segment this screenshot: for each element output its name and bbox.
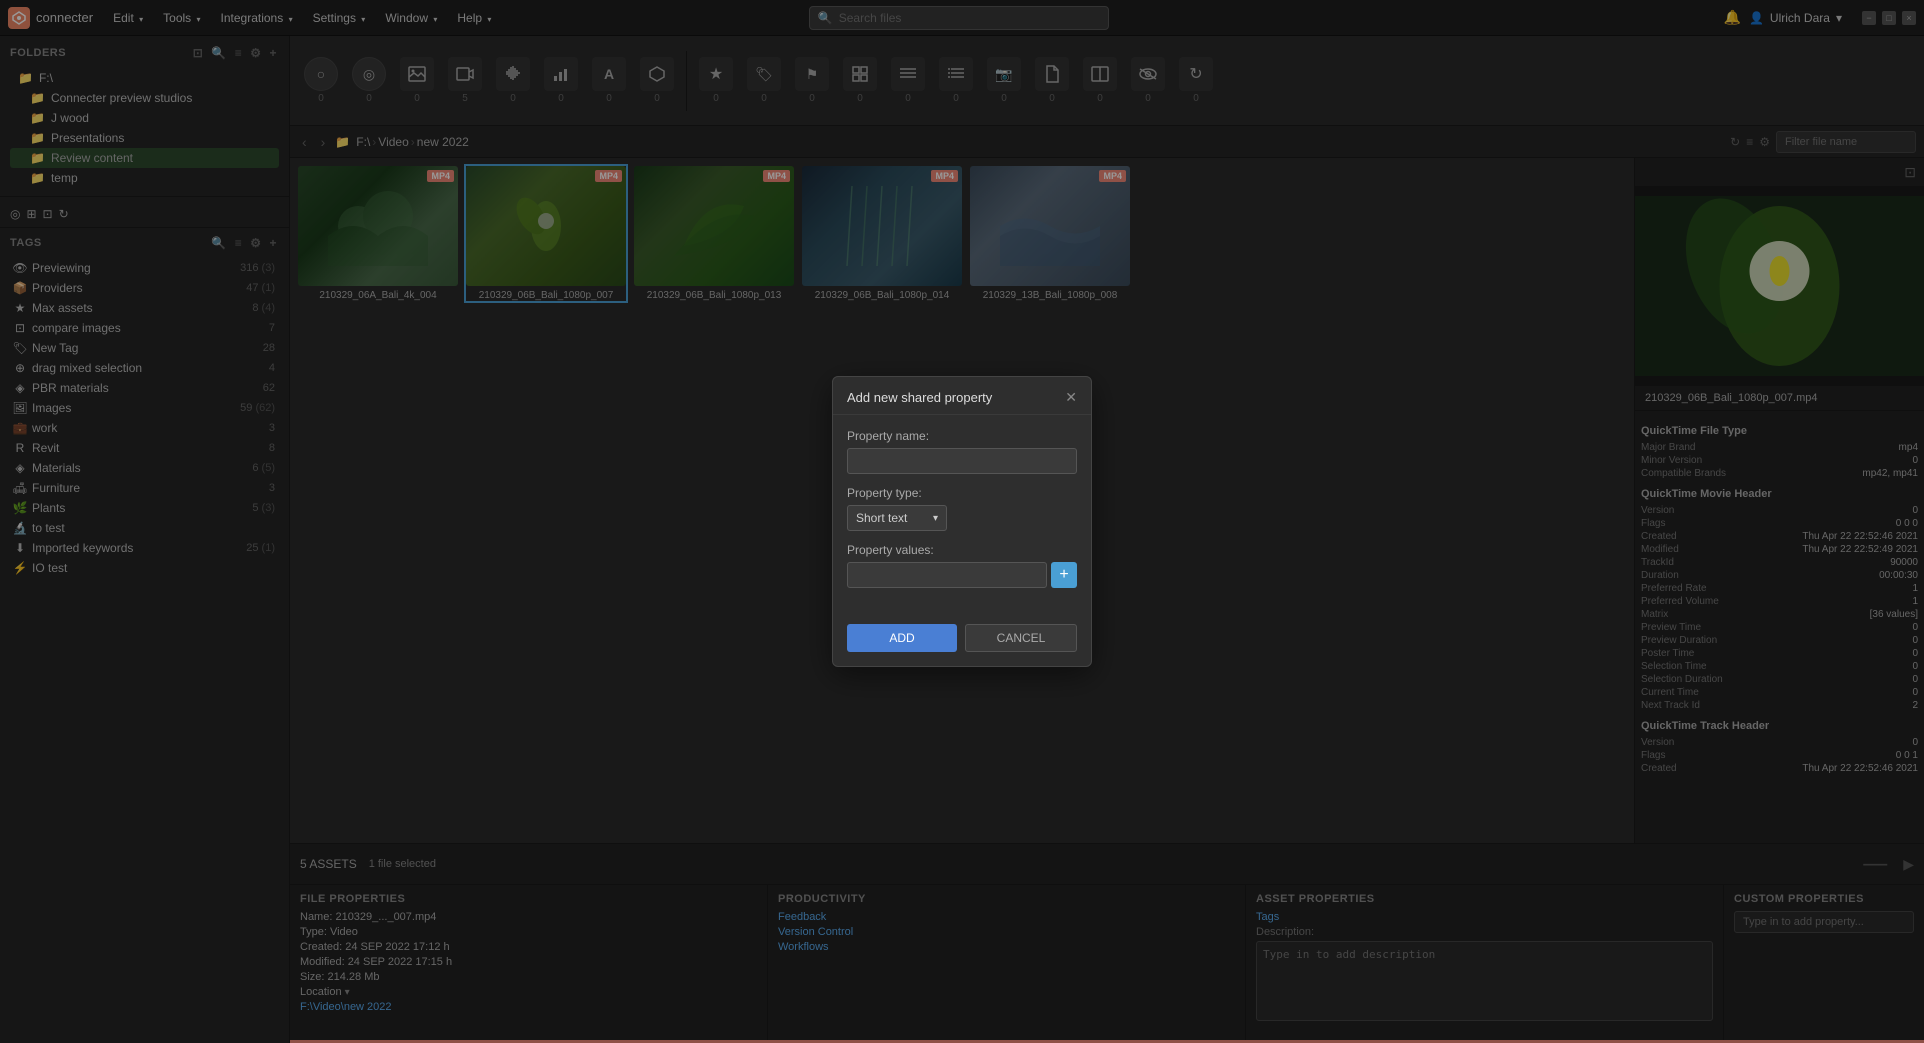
property-type-field: Property type: Short text ▾: [847, 486, 1077, 531]
modal-body: Property name: Property type: Short text…: [833, 415, 1091, 614]
add-shared-property-modal: Add new shared property ✕ Property name:…: [832, 376, 1092, 667]
property-values-field: Property values: +: [847, 543, 1077, 588]
property-name-label: Property name:: [847, 429, 1077, 443]
modal-cancel-button[interactable]: CANCEL: [965, 624, 1077, 652]
modal-overlay[interactable]: Add new shared property ✕ Property name:…: [0, 0, 1924, 1043]
modal-add-button[interactable]: ADD: [847, 624, 957, 652]
property-values-add-btn[interactable]: +: [1051, 562, 1077, 588]
property-name-input[interactable]: [847, 448, 1077, 474]
modal-header: Add new shared property ✕: [833, 377, 1091, 415]
property-type-select: Short text ▾: [847, 505, 1077, 531]
property-type-value: Short text: [856, 511, 907, 525]
property-values-input[interactable]: [847, 562, 1047, 588]
modal-close-button[interactable]: ✕: [1065, 389, 1077, 406]
modal-footer: ADD CANCEL: [833, 614, 1091, 666]
property-type-label: Property type:: [847, 486, 1077, 500]
property-name-field: Property name:: [847, 429, 1077, 474]
property-values-row: +: [847, 562, 1077, 588]
modal-title: Add new shared property: [847, 390, 992, 405]
dropdown-chevron-icon: ▾: [933, 513, 938, 524]
property-type-dropdown[interactable]: Short text ▾: [847, 505, 947, 531]
property-values-label: Property values:: [847, 543, 1077, 557]
